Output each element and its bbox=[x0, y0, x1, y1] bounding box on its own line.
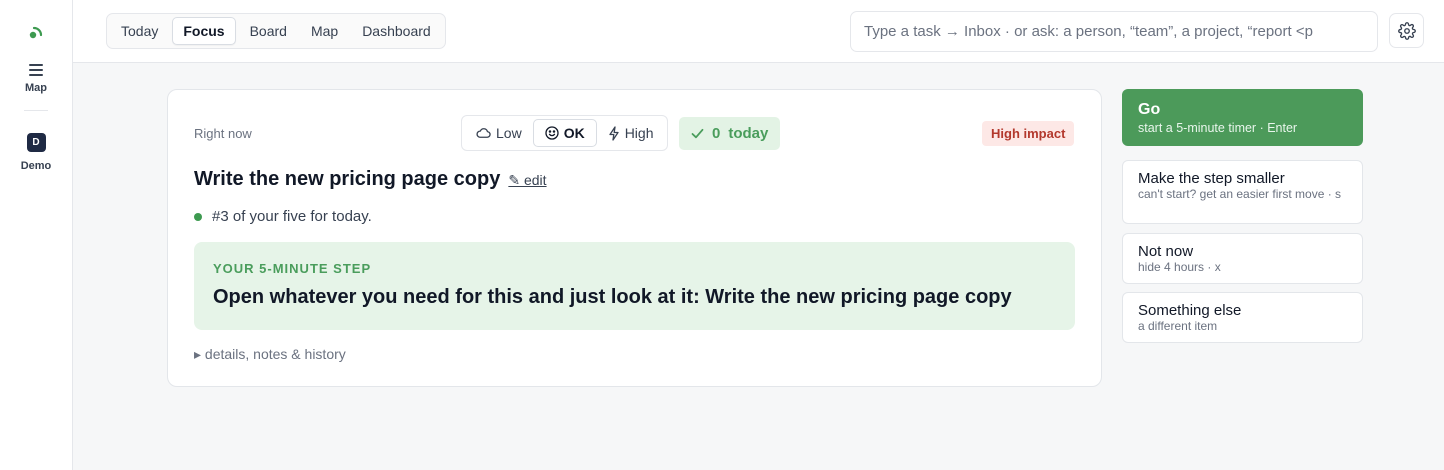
rail-item-demo[interactable]: D Demo bbox=[0, 133, 72, 172]
edit-title-link[interactable]: ✎ edit bbox=[508, 172, 546, 189]
not-now-button[interactable]: Not now hide 4 hours · x bbox=[1122, 233, 1363, 284]
top-bar: Today Focus Board Map Dashboard bbox=[73, 0, 1444, 63]
tab-dashboard[interactable]: Dashboard bbox=[352, 17, 441, 45]
energy-high-label: High bbox=[624, 125, 654, 141]
make-step-smaller-title: Make the step smaller bbox=[1138, 170, 1285, 187]
task-rank-text: #3 of your five for today. bbox=[212, 208, 372, 225]
something-else-title: Something else bbox=[1138, 302, 1242, 319]
energy-high-option[interactable]: High bbox=[597, 119, 665, 147]
rail-item-demo-label: Demo bbox=[20, 160, 52, 172]
done-today-counter: 0 today bbox=[679, 117, 781, 150]
task-title-row: Write the new pricing page copy ✎ edit bbox=[194, 168, 547, 191]
go-button-subtitle: start a 5-minute timer · Enter bbox=[1138, 121, 1298, 135]
details-toggle[interactable]: ▸ details, notes & history bbox=[194, 346, 346, 363]
energy-selector: Low OK High bbox=[461, 115, 669, 151]
tab-today[interactable]: Today bbox=[111, 17, 168, 45]
not-now-subtitle: hide 4 hours · x bbox=[1138, 260, 1221, 274]
tab-map[interactable]: Map bbox=[301, 17, 348, 45]
view-tabs: Today Focus Board Map Dashboard bbox=[106, 13, 446, 49]
card-kicker: Right now bbox=[194, 126, 252, 141]
make-step-smaller-subtitle: can't start? get an easier first move · … bbox=[1138, 187, 1342, 201]
tab-board[interactable]: Board bbox=[240, 17, 297, 45]
something-else-button[interactable]: Something else a different item bbox=[1122, 292, 1363, 343]
something-else-subtitle: a different item bbox=[1138, 319, 1218, 333]
impact-badge: High impact bbox=[982, 121, 1075, 146]
command-search-input[interactable] bbox=[850, 11, 1378, 52]
settings-button[interactable] bbox=[1389, 13, 1424, 48]
cloud-icon bbox=[476, 127, 491, 139]
energy-low-label: Low bbox=[496, 125, 522, 141]
gear-icon bbox=[1397, 21, 1416, 40]
not-now-title: Not now bbox=[1138, 243, 1194, 260]
app-logo-icon[interactable] bbox=[26, 22, 46, 42]
task-title: Write the new pricing page copy bbox=[194, 168, 501, 190]
done-label: today bbox=[728, 125, 769, 142]
task-rank-note: #3 of your five for today. bbox=[194, 208, 372, 225]
check-icon bbox=[691, 128, 704, 139]
rail-item-map[interactable]: Map bbox=[0, 64, 72, 94]
rail-item-map-label: Map bbox=[25, 82, 47, 94]
status-dot-icon bbox=[194, 212, 202, 221]
energy-ok-option[interactable]: OK bbox=[532, 119, 597, 147]
left-rail: Map D Demo bbox=[0, 0, 73, 470]
make-step-smaller-button[interactable]: Make the step smaller can't start? get a… bbox=[1122, 160, 1363, 224]
energy-ok-label: OK bbox=[563, 125, 585, 141]
menu-icon bbox=[29, 64, 43, 76]
step-text: Open whatever you need for this and just… bbox=[213, 286, 1012, 308]
tab-focus[interactable]: Focus bbox=[172, 17, 236, 45]
focus-card: Right now Low OK High 0 today High impac… bbox=[167, 89, 1102, 387]
smile-icon bbox=[545, 126, 559, 140]
energy-low-option[interactable]: Low bbox=[465, 119, 533, 147]
rail-divider bbox=[24, 110, 48, 111]
step-kicker: YOUR 5-MINUTE STEP bbox=[213, 261, 372, 276]
go-button-title: Go bbox=[1138, 101, 1161, 118]
done-count: 0 bbox=[712, 125, 721, 142]
workspace-avatar: D bbox=[26, 133, 46, 152]
go-button[interactable]: Go start a 5-minute timer · Enter bbox=[1122, 89, 1363, 146]
bolt-icon bbox=[608, 125, 620, 141]
five-minute-step-panel: YOUR 5-MINUTE STEP Open whatever you nee… bbox=[194, 242, 1075, 330]
